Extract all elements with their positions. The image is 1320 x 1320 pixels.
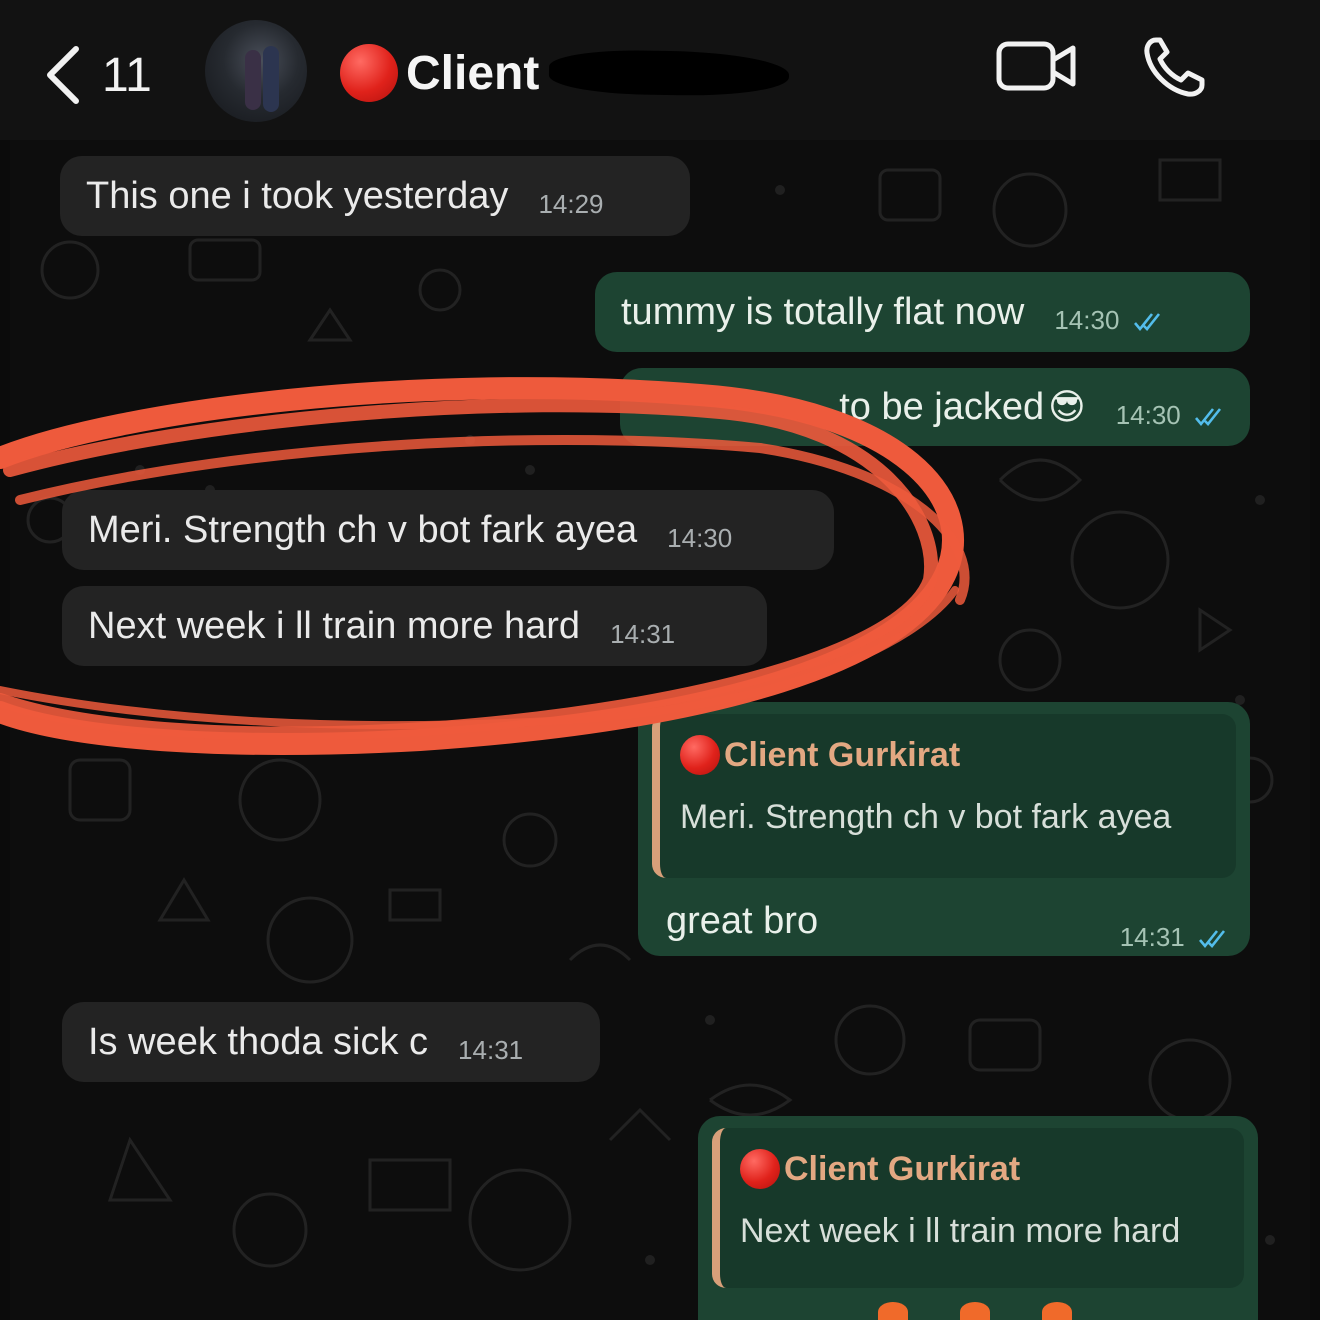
quote-author: Client Gurkirat — [784, 1150, 1021, 1188]
message-time: 14:30 — [1116, 392, 1224, 438]
message-time: 14:30 — [1054, 297, 1162, 343]
phone-icon[interactable] — [1140, 36, 1212, 100]
message-text: Next week i ll train more hard — [88, 605, 581, 647]
fire-emoji — [960, 1302, 990, 1320]
fire-emoji — [878, 1302, 908, 1320]
message-bubble-incoming[interactable]: Is week thoda sick c 14:31 — [62, 1002, 600, 1082]
chevron-left-icon — [47, 46, 79, 104]
message-bubble-incoming[interactable]: Meri. Strength ch v bot fark ayea 14:30 — [62, 490, 834, 570]
quote-author: Client Gurkirat — [724, 736, 961, 774]
message-bubble-outgoing-reply[interactable]: Client Gurkirat Meri. Strength ch v bot … — [638, 702, 1250, 956]
message-bubble-outgoing[interactable]: tummy is totally flat now 14:30 — [595, 272, 1250, 352]
contact-title[interactable]: Client — [340, 38, 790, 108]
quoted-message[interactable]: Client Gurkirat Next week i ll train mor… — [712, 1128, 1244, 1288]
chat-header: 11 Client — [0, 0, 1320, 140]
quoted-message[interactable]: Client Gurkirat Meri. Strength ch v bot … — [652, 714, 1236, 878]
message-text: great bro — [666, 900, 819, 942]
chat-area[interactable]: This one i took yesterday 14:29 tummy is… — [10, 140, 1310, 1320]
video-camera-icon[interactable] — [995, 36, 1079, 96]
redaction-mark — [548, 48, 790, 98]
quote-text: Meri. Strength ch v bot fark ayea — [680, 798, 1172, 836]
message-time-label: 14:31 — [1119, 922, 1185, 952]
message-time-label: 14:30 — [1054, 305, 1120, 335]
red-circle-emoji — [740, 1149, 780, 1189]
message-text: to be jacked — [839, 386, 1045, 428]
message-text: Is week thoda sick c — [88, 1021, 429, 1063]
quote-header: Client Gurkirat — [740, 1146, 1224, 1192]
message-text: tummy is totally flat now — [621, 291, 1025, 333]
message-time: 14:29 — [538, 189, 604, 219]
double-check-icon — [1133, 313, 1160, 332]
message-bubble-outgoing-reply[interactable]: Client Gurkirat Next week i ll train mor… — [698, 1116, 1258, 1320]
fire-emoji — [1042, 1302, 1072, 1320]
quote-header: Client Gurkirat — [680, 732, 1216, 778]
red-circle-emoji — [680, 735, 720, 775]
double-check-icon — [1195, 408, 1222, 427]
message-time-label: 14:30 — [1115, 400, 1181, 430]
message-bubble-incoming[interactable]: This one i took yesterday 14:29 — [60, 156, 690, 236]
message-text: This one i took yesterday — [86, 175, 509, 217]
avatar[interactable] — [205, 20, 307, 122]
quote-text: Next week i ll train more hard — [740, 1212, 1181, 1250]
sunglasses-emoji: 😎 — [1048, 386, 1086, 427]
message-bubble-outgoing[interactable]: to be jacked 😎 14:30 — [620, 368, 1250, 446]
avatar-figure — [263, 46, 279, 112]
contact-name: Client — [406, 46, 540, 100]
double-check-icon — [1199, 930, 1226, 949]
message-bubble-incoming[interactable]: Next week i ll train more hard 14:31 — [62, 586, 767, 666]
message-time: 14:30 — [667, 523, 733, 553]
message-time: 14:31 — [1120, 914, 1228, 960]
avatar-figure — [245, 50, 261, 110]
back-button[interactable]: 11 — [40, 40, 152, 110]
message-time: 14:31 — [610, 619, 676, 649]
unread-count: 11 — [102, 48, 152, 102]
message-time: 14:31 — [458, 1035, 524, 1065]
fire-emoji-row — [878, 1302, 1072, 1320]
red-circle-emoji — [340, 44, 398, 102]
message-text: Meri. Strength ch v bot fark ayea — [88, 509, 638, 551]
